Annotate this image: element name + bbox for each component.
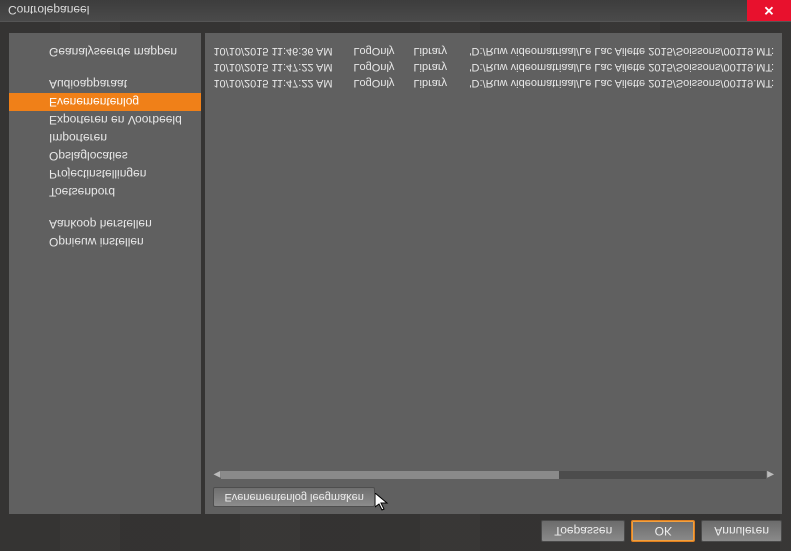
log-row[interactable]: 10/10/2015 11:47:22 AM LogOnly Library '… (213, 59, 774, 75)
scroll-right-icon[interactable]: ▶ (766, 471, 774, 480)
sidebar-item-import[interactable]: Importeren (9, 129, 201, 147)
log-area: Library (413, 45, 461, 57)
sidebar-group-2: Toetsenbord Projectinstellingen Opslaglo… (9, 75, 201, 201)
titlebar: Controlepaneel ✕ (0, 0, 791, 22)
sidebar-item-analyzed-folders[interactable]: Geanalyseerde mappen (9, 43, 201, 61)
sidebar-item-export[interactable]: Exporteren en Voorbeeld (9, 111, 201, 129)
log-level: LogOnly (353, 77, 405, 89)
sidebar-item-reset[interactable]: Opnieuw instellen (9, 233, 201, 251)
scroll-thumb[interactable] (221, 471, 559, 479)
close-icon: ✕ (764, 3, 775, 19)
sidebar-group-3: Opnieuw instellen Aankoop herstellen (9, 215, 201, 251)
ok-button[interactable]: OK (631, 520, 695, 542)
sidebar-item-keyboard[interactable]: Toetsenbord (9, 183, 201, 201)
log-level: LogOnly (353, 61, 405, 73)
sidebar-group-1: Geanalyseerde mappen (9, 43, 201, 61)
clear-log-button[interactable]: Evenementenlog leegmaken (213, 487, 374, 507)
window-title: Controlepaneel (8, 4, 89, 18)
main-pane: Evenementenlog leegmaken ◀ ▶ 10/10/2015 … (205, 33, 782, 514)
dialog-body: Opnieuw instellen Aankoop herstellen Toe… (9, 33, 782, 514)
toolbar: Evenementenlog leegmaken (205, 480, 782, 514)
log-time: 10/10/2015 11:47:22 AM (213, 77, 345, 89)
log-row[interactable]: 10/10/2015 11:46:36 AM LogOnly Library '… (213, 43, 774, 59)
log-area: Library (413, 77, 461, 89)
hscrollbar[interactable]: ◀ ▶ (213, 470, 774, 480)
scroll-track[interactable] (221, 471, 766, 479)
apply-button[interactable]: Toepassen (541, 520, 625, 542)
sidebar-item-eventlog[interactable]: Evenementenlog (9, 93, 201, 111)
log-row[interactable]: 10/10/2015 11:47:22 AM LogOnly Library '… (213, 75, 774, 91)
sidebar-item-storage[interactable]: Opslaglocaties (9, 147, 201, 165)
cancel-button[interactable]: Annuleren (701, 520, 782, 542)
log-msg: 'D:/Ruw videomatriaal/Le Lac Ailette 201… (469, 61, 774, 73)
log-msg: 'D:/Ruw videomatriaal/Le Lac Ailette 201… (469, 45, 774, 57)
log-msg: 'D:/Ruw videomatriaal/Le Lac Ailette 201… (469, 77, 774, 89)
dialog-buttons: Toepassen OK Annuleren (541, 520, 782, 542)
sidebar-item-restore-purchase[interactable]: Aankoop herstellen (9, 215, 201, 233)
sidebar-item-audio[interactable]: Audioapparaat (9, 75, 201, 93)
log-level: LogOnly (353, 45, 405, 57)
sidebar-item-project-settings[interactable]: Projectinstellingen (9, 165, 201, 183)
log-time: 10/10/2015 11:46:36 AM (213, 45, 345, 57)
close-button[interactable]: ✕ (747, 0, 791, 22)
scroll-left-icon[interactable]: ◀ (213, 471, 221, 480)
sidebar: Opnieuw instellen Aankoop herstellen Toe… (9, 33, 201, 514)
log-area: Library (413, 61, 461, 73)
log-list: 10/10/2015 11:47:22 AM LogOnly Library '… (213, 43, 774, 466)
log-time: 10/10/2015 11:47:22 AM (213, 61, 345, 73)
